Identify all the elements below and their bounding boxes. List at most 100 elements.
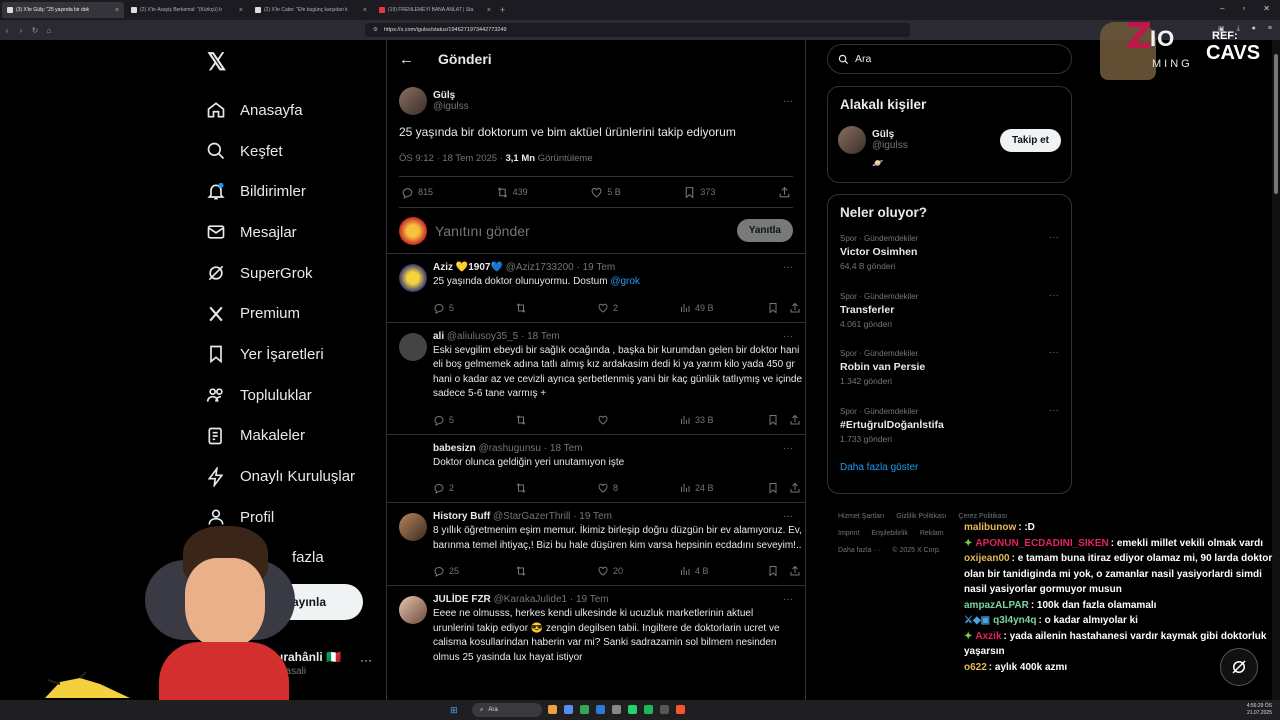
trend-item[interactable]: Spor · Gündemdekiler Victor Osimhen 64,4… bbox=[828, 226, 1071, 284]
more-options-icon[interactable]: ··· bbox=[1049, 290, 1059, 301]
share-button[interactable] bbox=[789, 414, 805, 426]
mention-link[interactable]: @grok bbox=[610, 276, 640, 287]
reply-author-handle[interactable]: @aliulusoy35_5 bbox=[447, 331, 518, 342]
views-button[interactable]: 49 B bbox=[679, 302, 767, 314]
more-options-icon[interactable]: ··· bbox=[1049, 347, 1059, 358]
related-handle[interactable]: @igulss bbox=[872, 140, 908, 151]
reply-author-handle[interactable]: @StarGazerThrill bbox=[493, 511, 570, 522]
sidebar-item-communities[interactable]: Topluluklar bbox=[206, 375, 386, 416]
close-tab-icon[interactable]: × bbox=[363, 7, 367, 14]
bookmark-button[interactable] bbox=[767, 482, 789, 494]
reply-button[interactable]: 5 bbox=[433, 302, 515, 314]
browser-tab[interactable]: (19) FRENLEMEYİ BANA ANLAT | Sta × bbox=[374, 2, 496, 18]
author-handle[interactable]: @igulss bbox=[433, 101, 469, 112]
footer-link[interactable]: Imprint bbox=[838, 530, 859, 537]
reply-submit-button[interactable]: Yanıtla bbox=[736, 219, 793, 242]
reply-author-handle[interactable]: @Aziz1733200 bbox=[506, 262, 574, 273]
back-icon[interactable]: ‹ bbox=[0, 26, 14, 35]
browser-tab[interactable]: (2) X'te Asayiş Berkemal: "(Kürkçü) b × bbox=[126, 2, 248, 18]
author-name[interactable]: Gülş bbox=[433, 90, 469, 101]
account-more-icon[interactable]: ··· bbox=[360, 653, 372, 667]
sidebar-item-supergrok[interactable]: SuperGrok bbox=[206, 253, 386, 294]
repost-button[interactable] bbox=[515, 414, 597, 426]
more-options-icon[interactable]: ··· bbox=[783, 443, 793, 454]
like-button[interactable]: 2 bbox=[597, 302, 679, 314]
chrome-icon[interactable] bbox=[580, 705, 589, 714]
close-window-icon[interactable]: ✕ bbox=[1263, 4, 1270, 13]
footer-link[interactable]: Gizlilik Politikası bbox=[896, 513, 946, 520]
reply-item[interactable]: Aziz 💛1907💙 @Aziz1733200 · 19 Tem 25 yaş… bbox=[387, 254, 805, 323]
reply-author-handle[interactable]: @KarakaJulide1 bbox=[494, 594, 568, 605]
home-button-icon[interactable]: ⌂ bbox=[42, 26, 56, 35]
whatsapp-icon[interactable] bbox=[628, 705, 637, 714]
share-button[interactable] bbox=[778, 186, 791, 199]
like-button[interactable]: 20 bbox=[597, 565, 679, 577]
forward-icon[interactable]: › bbox=[14, 26, 28, 35]
browser-tab[interactable]: (3) X'te Gülş: "25 yaşında bir dok × bbox=[2, 2, 124, 18]
bookmark-button[interactable] bbox=[767, 414, 789, 426]
show-more-link[interactable]: Daha fazla göster bbox=[828, 456, 1071, 485]
browser-tab[interactable]: (2) X'te Cabo: "Efe bugünç karşıdan k × bbox=[250, 2, 372, 18]
share-button[interactable] bbox=[789, 565, 805, 577]
back-arrow-icon[interactable]: ← bbox=[399, 51, 414, 68]
minimize-icon[interactable]: – bbox=[1220, 4, 1224, 13]
reply-time[interactable]: · 18 Tem bbox=[521, 331, 560, 342]
related-person[interactable]: Gülş @igulss Takip et bbox=[828, 112, 1071, 154]
reply-button[interactable]: 815 bbox=[401, 186, 433, 199]
views-button[interactable]: 33 B bbox=[679, 414, 767, 426]
reply-author-handle[interactable]: @rashugunsu bbox=[479, 443, 541, 454]
close-tab-icon[interactable]: × bbox=[239, 7, 243, 14]
reply-time[interactable]: · 19 Tem bbox=[576, 262, 615, 273]
start-icon[interactable]: ⊞ bbox=[450, 705, 458, 716]
maximize-icon[interactable]: ▫ bbox=[1242, 4, 1245, 13]
reply-time[interactable]: · 18 Tem bbox=[544, 443, 583, 454]
sidebar-item-premium[interactable]: Premium bbox=[206, 293, 386, 334]
like-button[interactable]: 8 bbox=[597, 482, 679, 494]
grok-chat-button[interactable] bbox=[1220, 648, 1258, 686]
scrollbar-thumb[interactable] bbox=[1274, 54, 1278, 194]
trend-item[interactable]: Spor · Gündemdekiler Robin van Persie 1.… bbox=[828, 341, 1071, 399]
footer-link[interactable]: Erişilebilirlik bbox=[871, 530, 908, 537]
reply-author-name[interactable]: JULİDE FZR bbox=[433, 594, 491, 605]
footer-link[interactable]: Hizmet Şartları bbox=[838, 513, 884, 520]
system-clock[interactable]: 4:56:29 ÖS 21.07.2025 bbox=[1247, 703, 1272, 717]
sidebar-item-messages[interactable]: Mesajlar bbox=[206, 212, 386, 253]
more-options-icon[interactable]: ··· bbox=[783, 331, 793, 342]
file-explorer-icon[interactable] bbox=[548, 705, 557, 714]
taskbar-search[interactable]: ⌕ Ara bbox=[472, 703, 542, 717]
reply-item[interactable]: History Buff @StarGazerThrill · 19 Tem 8… bbox=[387, 503, 805, 586]
avatar[interactable] bbox=[399, 264, 427, 292]
close-tab-icon[interactable]: × bbox=[115, 7, 119, 14]
avatar[interactable] bbox=[399, 87, 427, 115]
avatar[interactable] bbox=[838, 126, 866, 154]
bookmark-button[interactable]: 373 bbox=[683, 186, 715, 199]
avatar[interactable] bbox=[399, 444, 427, 473]
repost-button[interactable] bbox=[515, 482, 597, 494]
app-icon[interactable] bbox=[612, 705, 621, 714]
brave-icon[interactable] bbox=[676, 705, 685, 714]
share-button[interactable] bbox=[789, 482, 805, 494]
avatar[interactable] bbox=[399, 332, 427, 361]
x-logo-icon[interactable]: 𝕏 bbox=[207, 48, 226, 77]
reply-author-name[interactable]: ali bbox=[433, 331, 444, 342]
reply-author-name[interactable]: Aziz 💛1907💙 bbox=[433, 262, 503, 273]
views-button[interactable]: 4 B bbox=[679, 565, 767, 577]
footer-link[interactable]: Çerez Politikası bbox=[958, 513, 1007, 520]
footer-link[interactable]: Reklam bbox=[920, 530, 944, 537]
follow-button[interactable]: Takip et bbox=[999, 128, 1061, 152]
more-options-icon[interactable]: ··· bbox=[783, 262, 793, 273]
repost-button[interactable] bbox=[515, 565, 597, 577]
repost-button[interactable] bbox=[515, 302, 597, 314]
like-button[interactable] bbox=[597, 414, 679, 426]
views-button[interactable]: 24 B bbox=[679, 482, 767, 494]
repost-button[interactable]: 439 bbox=[496, 186, 528, 199]
more-options-icon[interactable]: ··· bbox=[783, 96, 793, 107]
sidebar-item-articles[interactable]: Makaleler bbox=[206, 416, 386, 457]
reply-item[interactable]: ali @aliulusoy35_5 · 18 Tem Eski sevgili… bbox=[387, 323, 805, 435]
like-button[interactable]: 5 B bbox=[590, 186, 621, 199]
reply-button[interactable]: 2 bbox=[433, 482, 515, 494]
bookmark-button[interactable] bbox=[767, 565, 789, 577]
reply-button[interactable]: 5 bbox=[433, 414, 515, 426]
reload-icon[interactable]: ↻ bbox=[28, 26, 42, 35]
reply-input[interactable]: Yanıtını gönder bbox=[435, 223, 530, 239]
